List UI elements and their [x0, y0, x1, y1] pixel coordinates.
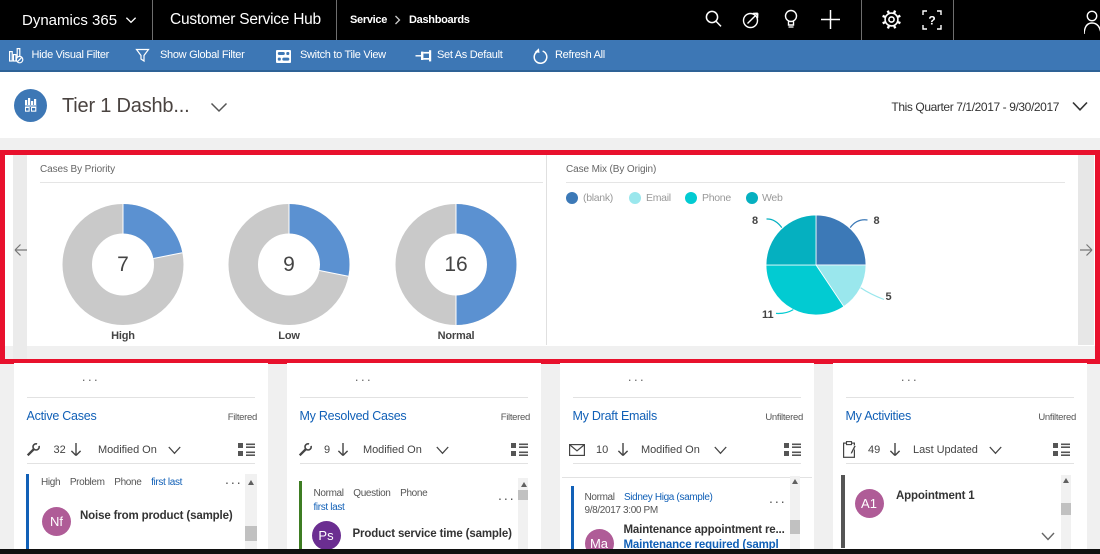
- svg-text:?: ?: [928, 14, 935, 28]
